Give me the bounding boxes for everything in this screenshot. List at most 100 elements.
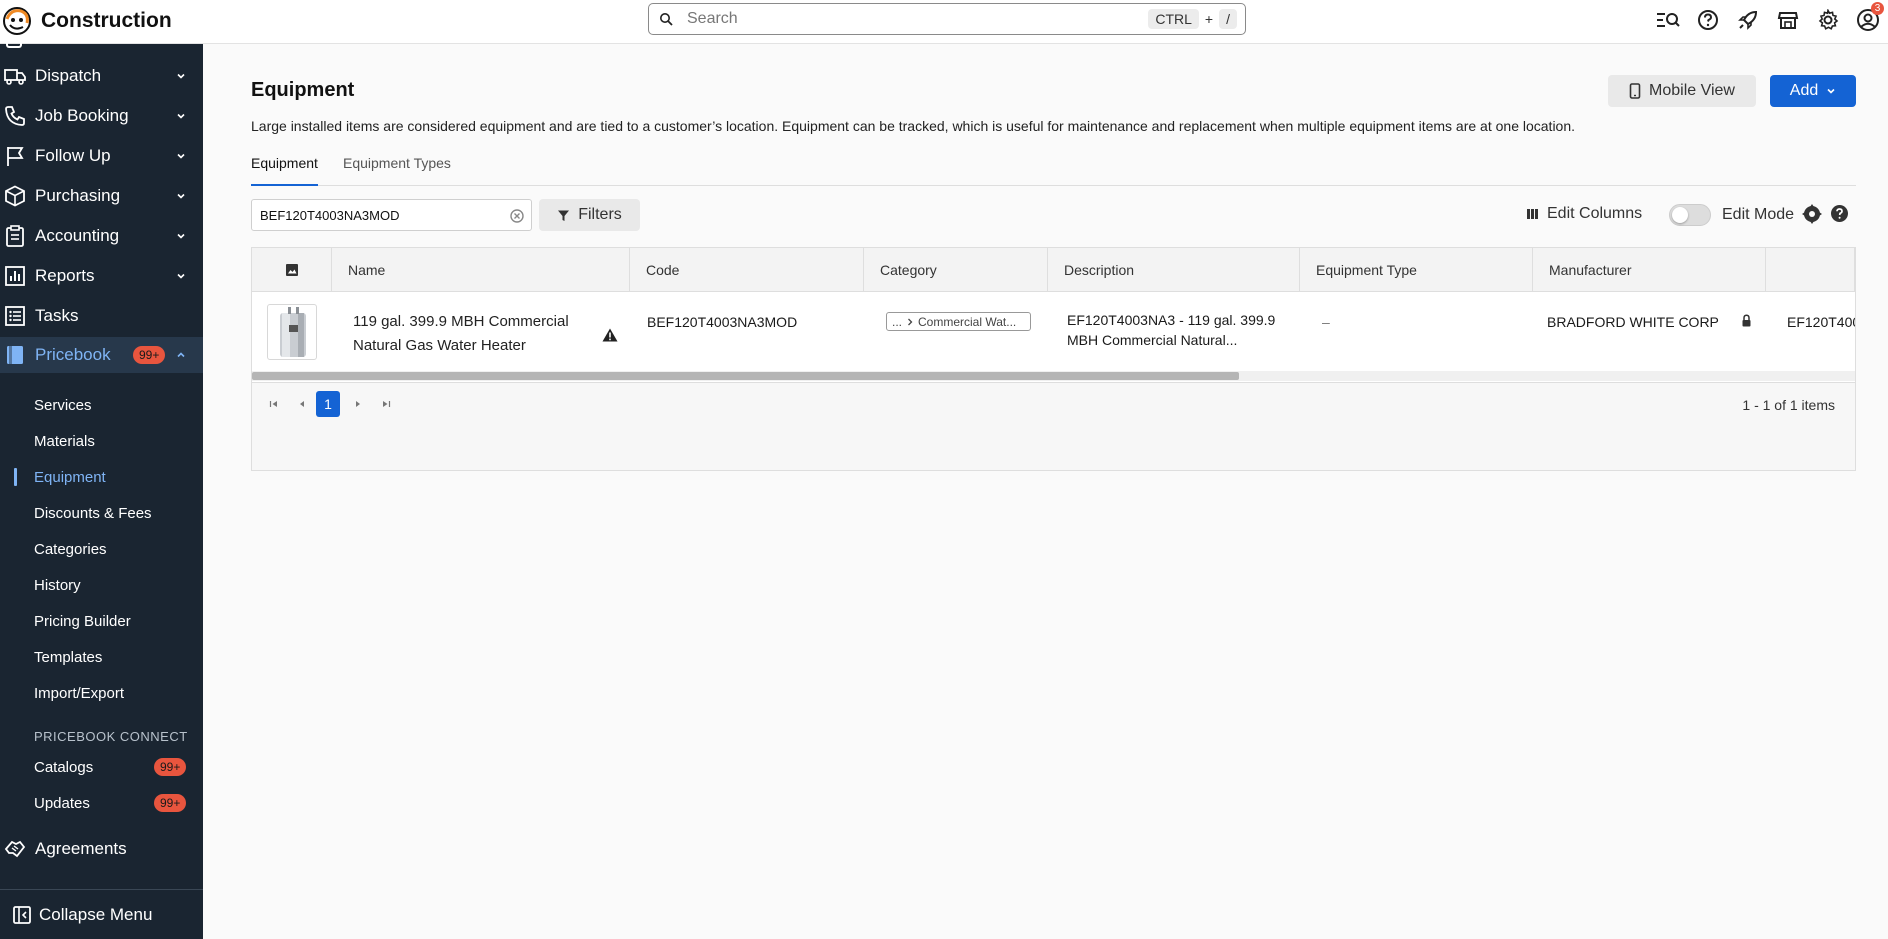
notification-badge: 3: [1871, 2, 1884, 15]
image-icon: [285, 264, 298, 276]
bar-chart-icon: [5, 266, 25, 286]
collapse-sidebar-icon: [13, 905, 31, 924]
chevron-down-icon: [177, 73, 185, 79]
pricebook-connect-label: PRICEBOOK CONNECT: [34, 729, 188, 744]
filter-funnel-icon: [558, 210, 570, 221]
sidebar-item-follow-up[interactable]: Follow Up: [0, 138, 203, 174]
truncated-column-value: EF120T400: [1787, 314, 1855, 330]
sidebar-sub-label: Pricing Builder: [34, 612, 131, 630]
last-page-icon: [383, 401, 391, 407]
column-header-equipment-type[interactable]: Equipment Type: [1300, 248, 1533, 292]
page-title: Equipment: [251, 79, 355, 101]
partial-nav-icon: [6, 38, 22, 48]
chevron-down-icon: [1827, 88, 1835, 94]
phone-icon: [5, 106, 25, 126]
sidebar-item-job-booking[interactable]: Job Booking: [0, 98, 203, 134]
global-search[interactable]: CTRL + /: [648, 3, 1246, 35]
sidebar-sub-import-export[interactable]: Import/Export: [0, 678, 203, 708]
sidebar-item-label: Accounting: [35, 226, 120, 245]
tab-equipment-types[interactable]: Equipment Types: [343, 155, 451, 186]
help-circle-icon: [1698, 10, 1718, 30]
column-header-image[interactable]: [252, 248, 332, 292]
rocket-button[interactable]: [1728, 6, 1768, 34]
collapse-menu-button[interactable]: Collapse Menu: [0, 889, 203, 939]
equipment-search-field[interactable]: [251, 199, 532, 231]
warning-triangle-icon[interactable]: [602, 328, 618, 342]
page-number-button[interactable]: 1: [316, 391, 340, 417]
column-header-next[interactable]: [1766, 248, 1855, 292]
category-name: Commercial Wat...: [918, 314, 1017, 329]
keyboard-shortcut: CTRL + /: [1148, 9, 1237, 29]
column-header-name[interactable]: Name: [332, 248, 630, 292]
equipment-name[interactable]: 119 gal. 399.9 MBH Commercial Natural Ga…: [353, 310, 603, 358]
sidebar-sub-label: Categories: [34, 540, 107, 558]
sidebar-sub-label: Import/Export: [34, 684, 125, 702]
grid-header: Name Code Category Description Equipment…: [252, 248, 1855, 292]
clear-circle-icon[interactable]: [510, 209, 524, 223]
sidebar-item-pricebook[interactable]: Pricebook 99+: [0, 337, 203, 373]
sidebar-item-label: Tasks: [35, 306, 79, 325]
search-input[interactable]: [687, 10, 1127, 28]
add-label: Add: [1789, 82, 1819, 99]
sidebar-sub-updates[interactable]: Updates 99+: [0, 788, 203, 818]
previous-page-button[interactable]: [290, 391, 314, 417]
table-row[interactable]: 119 gal. 399.9 MBH Commercial Natural Ga…: [252, 292, 1855, 370]
header-actions: 3: [1648, 2, 1888, 34]
sidebar-sub-label: Templates: [34, 648, 103, 666]
sidebar-item-agreements[interactable]: Agreements: [0, 831, 203, 867]
edit-columns-button[interactable]: Edit Columns: [1526, 205, 1642, 223]
sidebar-item-tasks[interactable]: Tasks: [0, 298, 203, 334]
settings-button[interactable]: [1808, 6, 1848, 34]
add-button[interactable]: Add: [1770, 75, 1856, 107]
grid-help-icon[interactable]: [1830, 204, 1849, 223]
column-header-description[interactable]: Description: [1048, 248, 1300, 292]
equipment-thumbnail[interactable]: [267, 304, 317, 360]
marketplace-button[interactable]: [1768, 6, 1808, 34]
sidebar-sub-catalogs[interactable]: Catalogs 99+: [0, 752, 203, 782]
edit-mode-toggle[interactable]: [1669, 204, 1711, 226]
sidebar-item-purchasing[interactable]: Purchasing: [0, 178, 203, 214]
equipment-search-input[interactable]: [260, 207, 500, 223]
sidebar: Dispatch Job Booking Follow Up Purchasin…: [0, 38, 203, 939]
sidebar-sub-history[interactable]: History: [0, 570, 203, 600]
sidebar-sub-equipment[interactable]: Equipment: [0, 462, 203, 492]
column-header-code[interactable]: Code: [630, 248, 864, 292]
sidebar-sub-label: Catalogs: [34, 758, 94, 776]
sidebar-sub-templates[interactable]: Templates: [0, 642, 203, 672]
sidebar-sub-pricing-builder[interactable]: Pricing Builder: [0, 606, 203, 636]
category-ellipsis: ...: [892, 314, 903, 329]
equipment-code: BEF120T4003NA3MOD: [647, 314, 798, 330]
sidebar-sub-services[interactable]: Services: [0, 390, 203, 420]
help-button[interactable]: [1688, 6, 1728, 34]
column-header-label: Manufacturer: [1549, 262, 1632, 278]
sidebar-sub-discounts-fees[interactable]: Discounts & Fees: [0, 498, 203, 528]
sidebar-sub-materials[interactable]: Materials: [0, 426, 203, 456]
brand[interactable]: Construction: [0, 0, 172, 42]
tab-equipment[interactable]: Equipment: [251, 155, 318, 186]
column-header-manufacturer[interactable]: Manufacturer: [1533, 248, 1766, 292]
sidebar-sub-categories[interactable]: Categories: [0, 534, 203, 564]
sidebar-item-accounting[interactable]: Accounting: [0, 218, 203, 254]
user-menu-button[interactable]: 3: [1848, 2, 1888, 34]
horizontal-scrollbar[interactable]: [252, 371, 1855, 381]
category-breadcrumb-chip[interactable]: ... Commercial Wat...: [886, 312, 1031, 331]
logo-icon: [3, 7, 31, 35]
equipment-type-value: –: [1322, 314, 1330, 330]
first-page-button[interactable]: [262, 391, 286, 417]
toggle-knob: [1672, 207, 1688, 223]
search-list-button[interactable]: [1648, 6, 1688, 34]
next-page-button[interactable]: [346, 391, 370, 417]
shortcut-plus: +: [1204, 11, 1214, 27]
grid-settings-gear-icon[interactable]: [1801, 203, 1823, 225]
column-header-category[interactable]: Category: [864, 248, 1048, 292]
page-description: Large installed items are considered equ…: [251, 118, 1576, 134]
chevron-down-icon: [177, 113, 185, 119]
mobile-view-button[interactable]: Mobile View: [1608, 75, 1756, 107]
mobile-view-label: Mobile View: [1649, 82, 1735, 99]
last-page-button[interactable]: [374, 391, 398, 417]
scrollbar-thumb[interactable]: [252, 372, 1239, 380]
sidebar-item-dispatch[interactable]: Dispatch: [0, 58, 203, 94]
mobile-phone-icon: [1629, 83, 1641, 99]
sidebar-item-reports[interactable]: Reports: [0, 258, 203, 294]
filters-button[interactable]: Filters: [539, 199, 640, 231]
